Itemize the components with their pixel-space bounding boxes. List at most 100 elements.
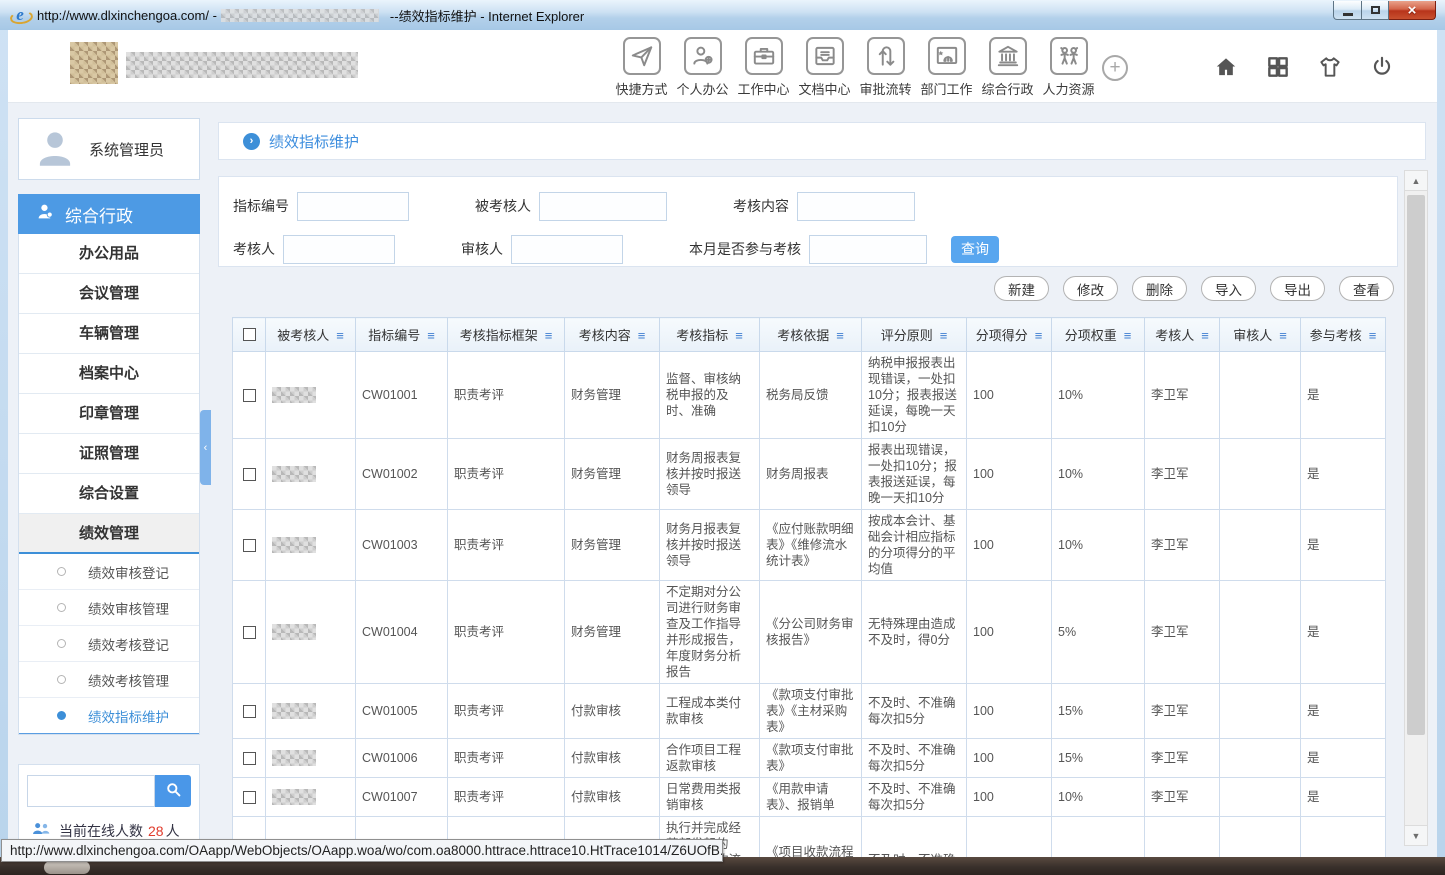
apps-grid-icon[interactable] xyxy=(1265,54,1291,85)
cell-code: CW01006 xyxy=(356,739,448,778)
row-checkbox[interactable] xyxy=(243,539,256,552)
sort-menu-icon[interactable]: ≡ xyxy=(1035,328,1043,343)
close-button[interactable]: × xyxy=(1389,1,1436,20)
filter-input[interactable] xyxy=(297,192,409,221)
filter-input[interactable] xyxy=(283,235,395,264)
action-button[interactable]: 查看 xyxy=(1339,276,1394,301)
column-header[interactable]: 评分原则≡ xyxy=(862,318,967,352)
sort-menu-icon[interactable]: ≡ xyxy=(1201,328,1209,343)
sort-menu-icon[interactable]: ≡ xyxy=(336,328,344,343)
sort-menu-icon[interactable]: ≡ xyxy=(545,328,553,343)
sidebar-section-header[interactable]: 综合行政 xyxy=(18,194,200,234)
column-header[interactable]: 分项权重≡ xyxy=(1052,318,1145,352)
sidebar-search-input[interactable] xyxy=(27,775,155,807)
bullet-icon xyxy=(57,567,66,576)
sidebar-item[interactable]: 绩效管理 xyxy=(19,514,199,554)
row-checkbox[interactable] xyxy=(243,468,256,481)
column-header[interactable]: 考核指标≡ xyxy=(660,318,760,352)
sidebar-item[interactable]: 综合设置 xyxy=(19,474,199,514)
action-button[interactable]: 导入 xyxy=(1201,276,1256,301)
action-button[interactable]: 导出 xyxy=(1270,276,1325,301)
more-apps-button[interactable]: + xyxy=(1102,55,1128,81)
vertical-scrollbar[interactable]: ▲ ▼ xyxy=(1404,170,1428,846)
theme-shirt-icon[interactable] xyxy=(1317,54,1343,85)
maximize-button[interactable] xyxy=(1362,1,1389,20)
maximize-icon xyxy=(1371,6,1380,14)
row-checkbox[interactable] xyxy=(243,626,256,639)
sort-menu-icon[interactable]: ≡ xyxy=(836,328,844,343)
cell-assessor: 李卫军 xyxy=(1145,778,1220,817)
column-header[interactable]: 考核依据≡ xyxy=(760,318,862,352)
cell-basis: 财务周报表 xyxy=(760,439,862,510)
column-header[interactable]: 考核人≡ xyxy=(1145,318,1220,352)
topbar-app-item[interactable]: 快捷方式 xyxy=(611,37,672,98)
scroll-up-button[interactable]: ▲ xyxy=(1405,171,1427,191)
online-count: 28 xyxy=(148,823,164,839)
plus-circle-icon: + xyxy=(1109,57,1120,78)
filter-input[interactable] xyxy=(797,192,915,221)
filter-label: 审核人 xyxy=(461,239,503,259)
sort-menu-icon[interactable]: ≡ xyxy=(735,328,743,343)
row-checkbox[interactable] xyxy=(243,389,256,402)
topbar-app-item[interactable]: 审批流转 xyxy=(855,37,916,98)
sidebar-item[interactable]: 印章管理 xyxy=(19,394,199,434)
minimize-button[interactable] xyxy=(1333,1,1362,20)
cell-content: 付款审核 xyxy=(565,684,660,739)
sidebar-subitem-label: 绩效考核管理 xyxy=(88,670,169,690)
action-button[interactable]: 删除 xyxy=(1132,276,1187,301)
sidebar-search-button[interactable] xyxy=(155,775,191,807)
scroll-down-button[interactable]: ▼ xyxy=(1405,825,1427,845)
column-header-label: 参与考核 xyxy=(1310,328,1362,343)
examinee-name-redacted xyxy=(272,624,316,640)
column-header[interactable]: 参与考核 ≡ xyxy=(1301,318,1386,352)
topbar-app-item[interactable]: 文档中心 xyxy=(794,37,855,98)
column-header[interactable]: 考核指标框架≡ xyxy=(448,318,565,352)
sidebar-item[interactable]: 车辆管理 xyxy=(19,314,199,354)
action-button[interactable]: 修改 xyxy=(1063,276,1118,301)
action-button[interactable]: 新建 xyxy=(994,276,1049,301)
topbar-app-item[interactable]: 人力资源 xyxy=(1038,37,1099,98)
sort-menu-icon[interactable]: ≡ xyxy=(638,328,646,343)
column-header[interactable]: 审核人≡ xyxy=(1220,318,1301,352)
sidebar-item[interactable]: 会议管理 xyxy=(19,274,199,314)
sidebar-subitem[interactable]: 绩效指标维护 xyxy=(19,698,199,734)
column-header[interactable]: 被考核人≡ xyxy=(266,318,356,352)
sidebar-subitem[interactable]: 绩效审核登记 xyxy=(19,554,199,590)
sidebar-item[interactable]: 证照管理 xyxy=(19,434,199,474)
home-icon[interactable] xyxy=(1213,54,1239,85)
power-icon[interactable] xyxy=(1369,54,1395,85)
column-header[interactable]: 指标编号≡ xyxy=(356,318,448,352)
sidebar-subitem[interactable]: 绩效考核登记 xyxy=(19,626,199,662)
column-header[interactable]: 分项得分≡ xyxy=(967,318,1052,352)
sidebar-subitem[interactable]: 绩效考核管理 xyxy=(19,662,199,698)
column-header[interactable]: 考核内容≡ xyxy=(565,318,660,352)
filter-input[interactable] xyxy=(539,192,667,221)
filter-label: 指标编号 xyxy=(233,196,289,216)
select-all-checkbox[interactable] xyxy=(243,328,256,341)
topbar-app-item[interactable]: 综合行政 xyxy=(977,37,1038,98)
user-name: 系统管理员 xyxy=(89,139,164,160)
topbar-app-item[interactable]: 工作中心 xyxy=(733,37,794,98)
sort-menu-icon[interactable]: ≡ xyxy=(1124,328,1132,343)
sidebar-item[interactable]: 档案中心 xyxy=(19,354,199,394)
sort-menu-icon[interactable]: ≡ xyxy=(1369,328,1377,343)
scrollbar-thumb[interactable] xyxy=(1407,195,1425,735)
examinee-name-redacted xyxy=(272,789,316,805)
row-checkbox[interactable] xyxy=(243,752,256,765)
sort-menu-icon[interactable]: ≡ xyxy=(427,328,435,343)
cell-indicator: 工程成本类付款审核 xyxy=(660,684,760,739)
sort-menu-icon[interactable]: ≡ xyxy=(1279,328,1287,343)
topbar-app-item[interactable]: 个人办公 xyxy=(672,37,733,98)
topbar-app-item[interactable]: 部门工作 xyxy=(916,37,977,98)
sidebar-item[interactable]: 办公用品 xyxy=(19,234,199,274)
row-checkbox[interactable] xyxy=(243,791,256,804)
query-button[interactable]: 查询 xyxy=(951,236,999,263)
sidebar-subitem[interactable]: 绩效审核管理 xyxy=(19,590,199,626)
examinee-name-redacted xyxy=(272,750,316,766)
sidebar-collapse-button[interactable]: ‹ xyxy=(200,410,211,485)
filter-input[interactable] xyxy=(511,235,623,264)
filter-input[interactable] xyxy=(809,235,927,264)
cell-indicator: 监督、审核纳税申报的及时、准确 xyxy=(660,352,760,439)
row-checkbox[interactable] xyxy=(243,705,256,718)
sort-menu-icon[interactable]: ≡ xyxy=(940,328,948,343)
